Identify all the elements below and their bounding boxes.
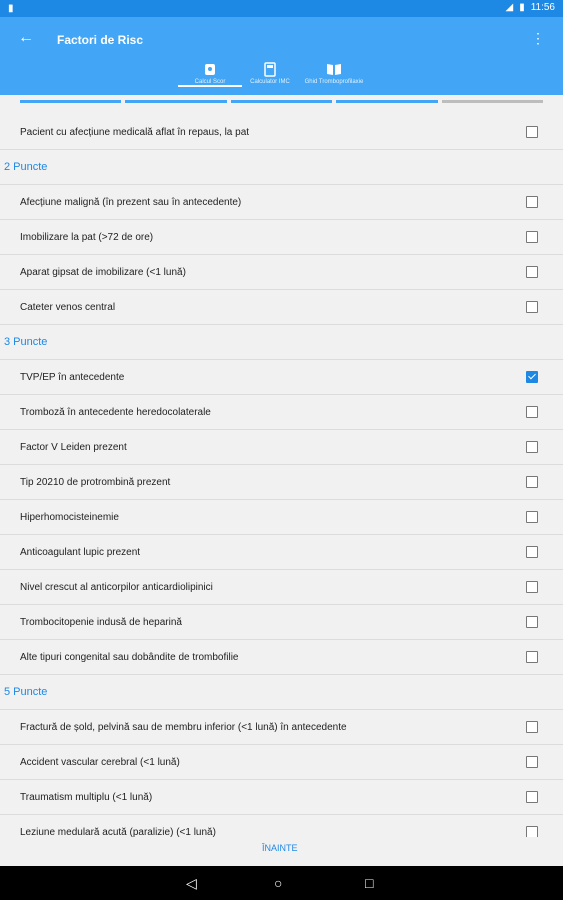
back-arrow-icon[interactable]: ← <box>18 29 34 47</box>
checkbox-checked[interactable] <box>526 371 538 383</box>
list-item[interactable]: Accident vascular cerebral (<1 lună) <box>0 745 563 780</box>
signal-icon: ◢ <box>505 2 514 13</box>
status-time: 11:56 <box>530 2 555 13</box>
checkbox[interactable] <box>526 616 538 628</box>
list-item[interactable]: Trombocitopenie indusă de heparină <box>0 605 563 640</box>
back-triangle-icon[interactable]: ◁ <box>186 875 197 892</box>
section-header: 5 Puncte <box>0 675 563 710</box>
checkbox[interactable] <box>526 476 538 488</box>
system-nav-bar: ◁ ○ □ <box>0 866 563 900</box>
tab-calculator-imc[interactable]: Calculator IMC <box>238 62 302 85</box>
page-title: Factori de Risc <box>57 33 144 47</box>
risk-factor-list[interactable]: Pacient cu afecțiune medicală aflat în r… <box>0 115 563 837</box>
list-item[interactable]: Fractură de șold, pelvină sau de membru … <box>0 710 563 745</box>
list-item[interactable]: Traumatism multiplu (<1 lună) <box>0 780 563 815</box>
checkbox[interactable] <box>526 826 538 837</box>
progress-segment <box>230 100 333 103</box>
list-item[interactable]: Cateter venos central <box>0 290 563 325</box>
imc-icon <box>264 62 276 77</box>
progress-segment <box>125 100 227 103</box>
checkbox[interactable] <box>526 756 538 768</box>
list-item[interactable]: Nivel crescut al anticorpilor anticardio… <box>0 570 563 605</box>
list-item[interactable]: Alte tipuri congenital sau dobândite de … <box>0 640 563 675</box>
checkbox[interactable] <box>526 651 538 663</box>
section-header: 3 Puncte <box>0 325 563 360</box>
list-item[interactable]: Anticoagulant lupic prezent <box>0 535 563 570</box>
checkbox[interactable] <box>526 581 538 593</box>
progress-segment <box>336 100 438 103</box>
list-item[interactable]: Aparat gipsat de imobilizare (<1 lună) <box>0 255 563 290</box>
tab-label: Calculator IMC <box>250 79 290 85</box>
checkbox[interactable] <box>526 406 538 418</box>
checkbox[interactable] <box>526 721 538 733</box>
list-item[interactable]: Leziune medulară acută (paralizie) (<1 l… <box>0 815 563 837</box>
list-item[interactable]: Tip 20210 de protrombină prezent <box>0 465 563 500</box>
checkbox[interactable] <box>526 441 538 453</box>
list-item[interactable]: Tromboză în antecedente heredocolaterale <box>0 395 563 430</box>
section-header: 2 Puncte <box>0 150 563 185</box>
book-icon <box>327 64 341 75</box>
calculator-icon <box>205 64 215 75</box>
step-progress <box>20 100 544 104</box>
list-item[interactable]: Hiperhomocisteinemie <box>0 500 563 535</box>
checkbox[interactable] <box>526 511 538 523</box>
tab-ghid-tromboprofilaxie[interactable]: Ghid Tromboprofilaxie <box>302 62 366 85</box>
tab-label: Calcul Scor <box>194 79 226 85</box>
list-item[interactable]: Pacient cu afecțiune medicală aflat în r… <box>0 115 563 150</box>
status-bar: ▮ ◢ ▮ 11:56 <box>0 0 563 17</box>
checkbox[interactable] <box>526 546 538 558</box>
app-bar: ← Factori de Risc ⋮ Calcul Scor Calculat… <box>0 17 563 95</box>
next-bar: ÎNAINTE <box>0 838 563 866</box>
checkbox[interactable] <box>526 196 538 208</box>
checkbox[interactable] <box>526 266 538 278</box>
list-item[interactable]: Factor V Leiden prezent <box>0 430 563 465</box>
checkbox[interactable] <box>526 791 538 803</box>
overflow-menu-icon[interactable]: ⋮ <box>531 30 545 47</box>
checkbox[interactable] <box>526 231 538 243</box>
battery-icon: ▮ <box>519 2 525 13</box>
list-item[interactable]: Imobilizare la pat (>72 de ore) <box>0 220 563 255</box>
checkbox[interactable] <box>526 301 538 313</box>
recent-square-icon[interactable]: □ <box>365 875 373 891</box>
list-item[interactable]: TVP/EP în antecedente <box>0 360 563 395</box>
progress-segment <box>441 100 544 103</box>
tab-bar: Calcul Scor Calculator IMC Ghid Trombopr… <box>178 62 378 95</box>
next-button[interactable]: ÎNAINTE <box>262 843 298 853</box>
list-item[interactable]: Afecțiune malignă (în prezent sau în ant… <box>0 185 563 220</box>
progress-segment <box>20 100 122 103</box>
tab-calcul-scor[interactable]: Calcul Scor <box>178 62 242 87</box>
sim-icon: ▮ <box>8 3 14 14</box>
tab-label: Ghid Tromboprofilaxie <box>304 79 364 85</box>
checkbox[interactable] <box>526 126 538 138</box>
home-circle-icon[interactable]: ○ <box>274 875 282 891</box>
